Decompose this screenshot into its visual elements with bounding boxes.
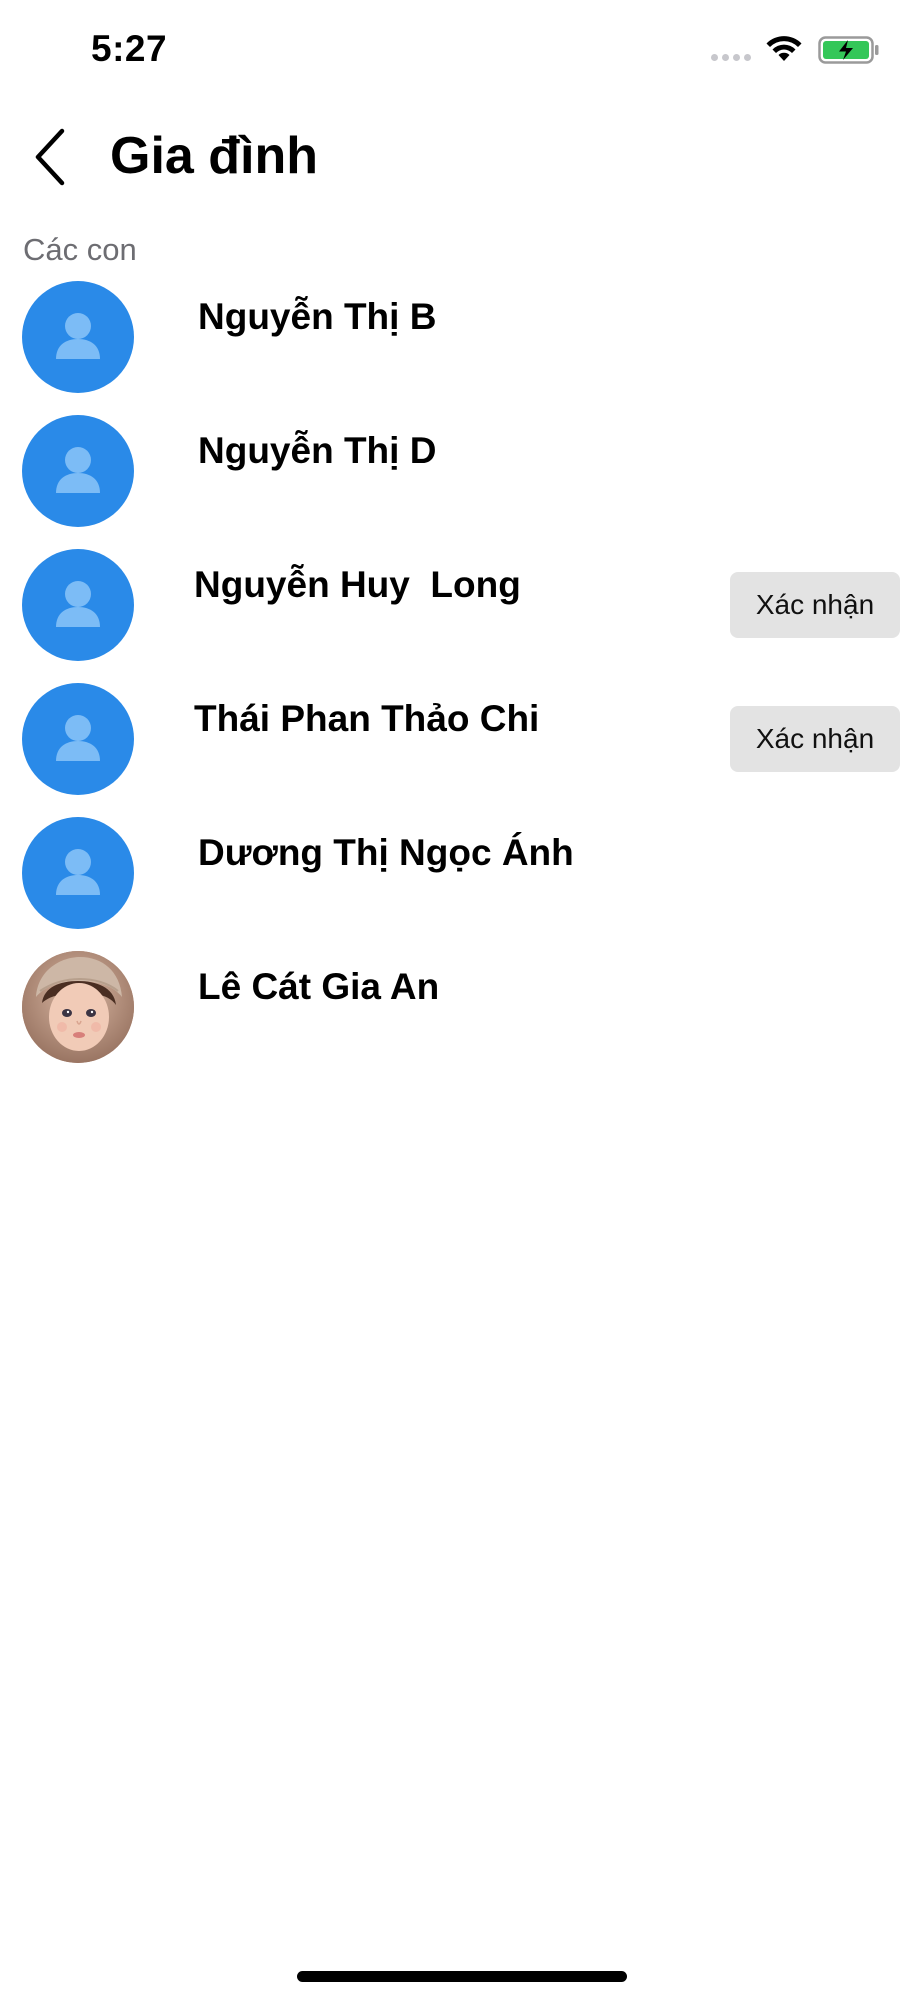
wifi-icon <box>766 36 802 61</box>
default-user-icon <box>56 447 100 493</box>
default-user-icon <box>56 313 100 359</box>
status-time: 5:27 <box>91 28 168 69</box>
child-name: Dương Thị Ngọc Ánh <box>198 832 574 873</box>
home-indicator[interactable] <box>297 1971 627 1982</box>
status-bar: 5:27 <box>0 0 924 100</box>
chevron-left-icon <box>35 128 65 186</box>
child-photo <box>22 951 134 1063</box>
list-item[interactable]: Lê Cát Gia An <box>0 950 924 1084</box>
family-screen: 5:27 Gia đình Các con Nguyễn Thị B Nguyễ… <box>0 0 924 2000</box>
confirm-button[interactable]: Xác nhận <box>730 706 900 772</box>
avatar <box>22 817 134 929</box>
cellular-signal-icon <box>711 54 751 61</box>
battery-charging-icon <box>818 36 879 64</box>
confirm-button[interactable]: Xác nhận <box>730 572 900 638</box>
back-button[interactable] <box>22 122 78 192</box>
children-list: Nguyễn Thị B Nguyễn Thị D Nguyễn Huy Lon… <box>0 280 924 1084</box>
list-item[interactable]: Thái Phan Thảo Chi Xác nhận <box>0 682 924 816</box>
default-user-icon <box>56 715 100 761</box>
avatar <box>22 951 134 1063</box>
page-title: Gia đình <box>110 127 318 185</box>
list-item[interactable]: Nguyễn Huy Long Xác nhận <box>0 548 924 682</box>
child-name: Thái Phan Thảo Chi <box>194 698 540 739</box>
section-label: Các con <box>23 232 137 267</box>
default-user-icon <box>56 849 100 895</box>
child-name: Nguyễn Huy Long <box>194 564 521 605</box>
list-item[interactable]: Dương Thị Ngọc Ánh <box>0 816 924 950</box>
list-item[interactable]: Nguyễn Thị B <box>0 280 924 414</box>
child-name: Nguyễn Thị B <box>198 296 437 337</box>
list-item[interactable]: Nguyễn Thị D <box>0 414 924 548</box>
default-user-icon <box>56 581 100 627</box>
child-name: Nguyễn Thị D <box>198 430 437 471</box>
avatar <box>22 549 134 661</box>
child-name: Lê Cát Gia An <box>198 966 440 1007</box>
avatar <box>22 415 134 527</box>
avatar <box>22 683 134 795</box>
avatar <box>22 281 134 393</box>
